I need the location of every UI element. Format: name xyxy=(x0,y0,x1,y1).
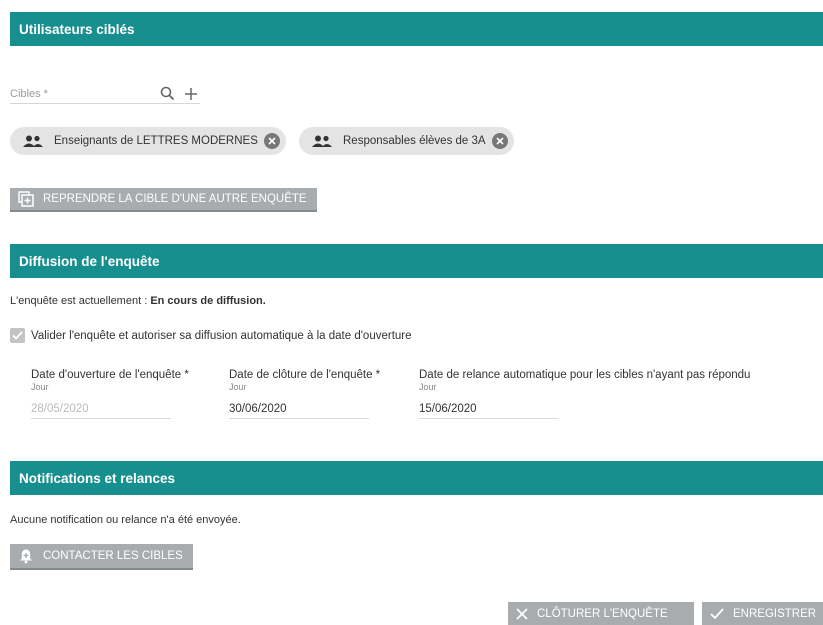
targets-placeholder: Cibles * xyxy=(10,87,48,100)
section-header-targets: Utilisateurs ciblés xyxy=(10,12,823,46)
validate-checkbox[interactable] xyxy=(10,328,25,343)
targets-field[interactable]: Cibles * xyxy=(10,84,200,104)
open-date-sub: Jour xyxy=(31,382,49,392)
status-line: L'enquête est actuellement : En cours de… xyxy=(10,295,266,307)
save-button[interactable]: ENREGISTRER xyxy=(702,602,823,625)
section-title: Utilisateurs ciblés xyxy=(19,21,135,37)
section-header-diffusion: Diffusion de l'enquête xyxy=(10,244,823,278)
remove-chip-icon[interactable] xyxy=(491,133,508,149)
reuse-target-label: REPRENDRE LA CIBLE D'UNE AUTRE ENQUÊTE xyxy=(43,193,307,205)
save-label: ENREGISTRER xyxy=(733,607,817,620)
section-title: Diffusion de l'enquête xyxy=(19,253,160,269)
open-date-block: Date d'ouverture de l'enquête * Jour 28/… xyxy=(31,369,189,419)
reuse-target-button[interactable]: REPRENDRE LA CIBLE D'UNE AUTRE ENQUÊTE xyxy=(10,188,317,212)
check-icon xyxy=(710,608,724,619)
section-header-notifications: Notifications et relances xyxy=(10,461,823,495)
target-chip: Enseignants de LETTRES MODERNES xyxy=(10,127,286,155)
plus-icon[interactable] xyxy=(182,85,200,103)
close-icon xyxy=(516,607,528,620)
reminder-date-input[interactable]: 15/06/2020 xyxy=(419,399,559,419)
notifications-message: Aucune notification ou relance n'a été e… xyxy=(10,514,241,526)
close-date-sub: Jour xyxy=(229,382,247,392)
close-date-block: Date de clôture de l'enquête * Jour 30/0… xyxy=(229,369,381,419)
section-title: Notifications et relances xyxy=(19,470,176,486)
copy-add-icon xyxy=(18,191,34,207)
people-icon xyxy=(311,134,335,148)
bell-add-icon xyxy=(18,548,34,564)
reminder-date-block: Date de relance automatique pour les cib… xyxy=(419,369,751,419)
reminder-date-sub: Jour xyxy=(419,382,437,392)
chip-label: Responsables élèves de 3A xyxy=(343,135,486,147)
remove-chip-icon[interactable] xyxy=(263,133,280,149)
reminder-date-label: Date de relance automatique pour les cib… xyxy=(419,369,751,381)
validate-label: Valider l'enquête et autoriser sa diffus… xyxy=(31,329,412,342)
chip-label: Enseignants de LETTRES MODERNES xyxy=(54,135,258,147)
contact-targets-label: CONTACTER LES CIBLES xyxy=(43,550,183,562)
validate-row: Valider l'enquête et autoriser sa diffus… xyxy=(10,328,412,343)
people-icon xyxy=(22,134,46,148)
status-value: En cours de diffusion. xyxy=(150,295,266,307)
search-icon[interactable] xyxy=(158,85,176,103)
contact-targets-button[interactable]: CONTACTER LES CIBLES xyxy=(10,544,193,570)
open-date-label: Date d'ouverture de l'enquête * xyxy=(31,369,189,381)
target-chip: Responsables élèves de 3A xyxy=(299,127,514,155)
close-date-input[interactable]: 30/06/2020 xyxy=(229,399,369,419)
status-prefix: L'enquête est actuellement : xyxy=(10,295,151,307)
close-date-label: Date de clôture de l'enquête * xyxy=(229,369,381,381)
close-survey-label: CLÔTURER L'ENQUÊTE xyxy=(537,607,668,620)
open-date-input: 28/05/2020 xyxy=(31,399,171,419)
close-survey-button[interactable]: CLÔTURER L'ENQUÊTE xyxy=(508,602,694,625)
